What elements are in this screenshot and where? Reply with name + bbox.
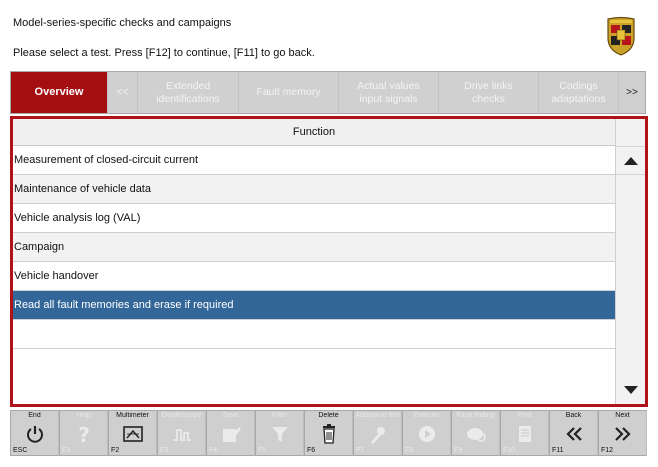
oscilloscope-button[interactable]: Oscilloscope F3 bbox=[157, 410, 206, 456]
tab-fault-memory[interactable]: Fault memory bbox=[239, 72, 339, 113]
fkey-code: F11 bbox=[552, 447, 564, 454]
delete-button[interactable]: Delete F6 bbox=[304, 410, 353, 456]
list-item[interactable]: Vehicle handover bbox=[13, 262, 615, 291]
fault-finding-button[interactable]: Fault finding F9 bbox=[451, 410, 500, 456]
filter-button[interactable]: Filter F5 bbox=[255, 410, 304, 456]
scrollbar[interactable] bbox=[615, 119, 645, 404]
filter-icon bbox=[271, 427, 288, 442]
list-item-label: Vehicle analysis log (VAL) bbox=[14, 212, 141, 224]
fkey-code: F3 bbox=[160, 447, 169, 454]
fkey-label: Multimeter bbox=[116, 412, 149, 419]
function-panel: Function Measurement of closed-circuit c… bbox=[10, 116, 648, 407]
tab-extended-label: Extended identifications bbox=[156, 79, 220, 105]
tab-actual-values[interactable]: Actual values input signals bbox=[339, 72, 439, 113]
fkey-label: End bbox=[28, 412, 41, 419]
page-title: Model-series-specific checks and campaig… bbox=[13, 17, 232, 29]
fkey-label: Oscilloscope bbox=[161, 412, 202, 419]
list-item[interactable]: Campaign bbox=[13, 233, 615, 262]
function-key-bar: End ESC Help ? F1 Multimeter F2 Oscillos… bbox=[10, 410, 648, 458]
fkey-label: Execute bbox=[413, 412, 440, 419]
fkey-label: Back bbox=[565, 412, 582, 419]
list-item-label: Measurement of closed-circuit current bbox=[14, 154, 199, 166]
scroll-up-button[interactable] bbox=[616, 146, 645, 175]
fkey-code: F4 bbox=[209, 447, 218, 454]
list-item-label: Campaign bbox=[14, 241, 65, 253]
column-header-function: Function bbox=[13, 119, 615, 146]
additional-test-button[interactable]: Additional test F7 bbox=[353, 410, 402, 456]
fkey-label: Additional test bbox=[355, 412, 400, 419]
play-icon bbox=[418, 426, 435, 442]
save-button[interactable]: Save F4 bbox=[206, 410, 255, 456]
power-icon bbox=[26, 426, 43, 443]
tab-scroll-right-label: >> bbox=[626, 87, 638, 98]
execute-button[interactable]: Execute F8 bbox=[402, 410, 451, 456]
arrow-down-icon bbox=[623, 385, 638, 394]
list-item-label: Read all fault memories and erase if req… bbox=[14, 299, 234, 311]
tab-scroll-left-label: << bbox=[116, 87, 129, 98]
oscilloscope-icon bbox=[172, 429, 191, 441]
fkey-label: Help bbox=[76, 412, 91, 419]
list-item[interactable]: Vehicle analysis log (VAL) bbox=[13, 204, 615, 233]
fkey-code: F6 bbox=[307, 447, 316, 454]
list-item-empty bbox=[13, 320, 615, 349]
fkey-label: Filter bbox=[271, 412, 288, 419]
tab-codings-adaptations[interactable]: Codings adaptations bbox=[539, 72, 619, 113]
tab-fault-memory-label: Fault memory bbox=[256, 86, 321, 98]
save-icon bbox=[222, 427, 241, 442]
fkey-code: F2 bbox=[111, 447, 120, 454]
tab-scroll-left[interactable]: << bbox=[108, 72, 138, 113]
end-button[interactable]: End ESC bbox=[10, 410, 59, 456]
fkey-label: Print bbox=[517, 412, 532, 419]
function-list: Measurement of closed-circuit current Ma… bbox=[13, 146, 615, 349]
tab-bar: Overview << Extended identifications Fau… bbox=[10, 71, 646, 114]
tab-extended-identifications[interactable]: Extended identifications bbox=[138, 72, 239, 113]
fkey-code: F8 bbox=[405, 447, 414, 454]
fkey-code: F9 bbox=[454, 447, 463, 454]
help-button[interactable]: Help ? F1 bbox=[59, 410, 108, 456]
fault-finding-icon bbox=[466, 428, 486, 442]
next-icon bbox=[614, 427, 631, 441]
back-button[interactable]: Back F11 bbox=[549, 410, 598, 456]
print-button[interactable]: Print F10 bbox=[500, 410, 549, 456]
fkey-code: F5 bbox=[258, 447, 267, 454]
back-icon bbox=[565, 427, 582, 441]
help-icon: ? bbox=[78, 423, 90, 445]
tools-icon bbox=[370, 427, 385, 444]
tab-scroll-right[interactable]: >> bbox=[619, 72, 645, 113]
svg-text:?: ? bbox=[78, 423, 90, 445]
list-item-label: Vehicle handover bbox=[14, 270, 99, 282]
list-item[interactable]: Maintenance of vehicle data bbox=[13, 175, 615, 204]
tab-overview-label: Overview bbox=[34, 86, 84, 98]
next-button[interactable]: Next F12 bbox=[598, 410, 647, 456]
delete-icon bbox=[322, 424, 335, 444]
tab-codings-label: Codings adaptations bbox=[551, 79, 606, 105]
multimeter-icon bbox=[122, 426, 143, 442]
multimeter-button[interactable]: Multimeter F2 bbox=[108, 410, 157, 456]
fkey-code: F1 bbox=[62, 447, 71, 454]
list-item-selected[interactable]: Read all fault memories and erase if req… bbox=[13, 291, 615, 320]
fkey-label: Delete bbox=[318, 412, 339, 419]
instruction-text: Please select a test. Press [F12] to con… bbox=[13, 47, 315, 59]
list-item[interactable]: Measurement of closed-circuit current bbox=[13, 146, 615, 175]
tab-overview[interactable]: Overview bbox=[11, 72, 108, 113]
fkey-code: ESC bbox=[13, 447, 28, 454]
scroll-down-button[interactable] bbox=[616, 375, 645, 404]
tab-actual-values-label: Actual values input signals bbox=[357, 79, 420, 105]
fkey-label: Next bbox=[615, 412, 630, 419]
fkey-code: F10 bbox=[503, 447, 516, 454]
document-icon bbox=[518, 426, 531, 442]
tab-drive-links-label: Drive links checks bbox=[464, 79, 513, 105]
fkey-code: F7 bbox=[356, 447, 365, 454]
fkey-label: Fault finding bbox=[456, 412, 495, 419]
list-item-label: Maintenance of vehicle data bbox=[14, 183, 151, 195]
fkey-label: Save bbox=[222, 412, 239, 419]
fkey-code: F12 bbox=[601, 447, 614, 454]
porsche-crest-logo bbox=[607, 16, 635, 56]
arrow-up-icon bbox=[623, 156, 638, 165]
tab-drive-links-checks[interactable]: Drive links checks bbox=[439, 72, 539, 113]
